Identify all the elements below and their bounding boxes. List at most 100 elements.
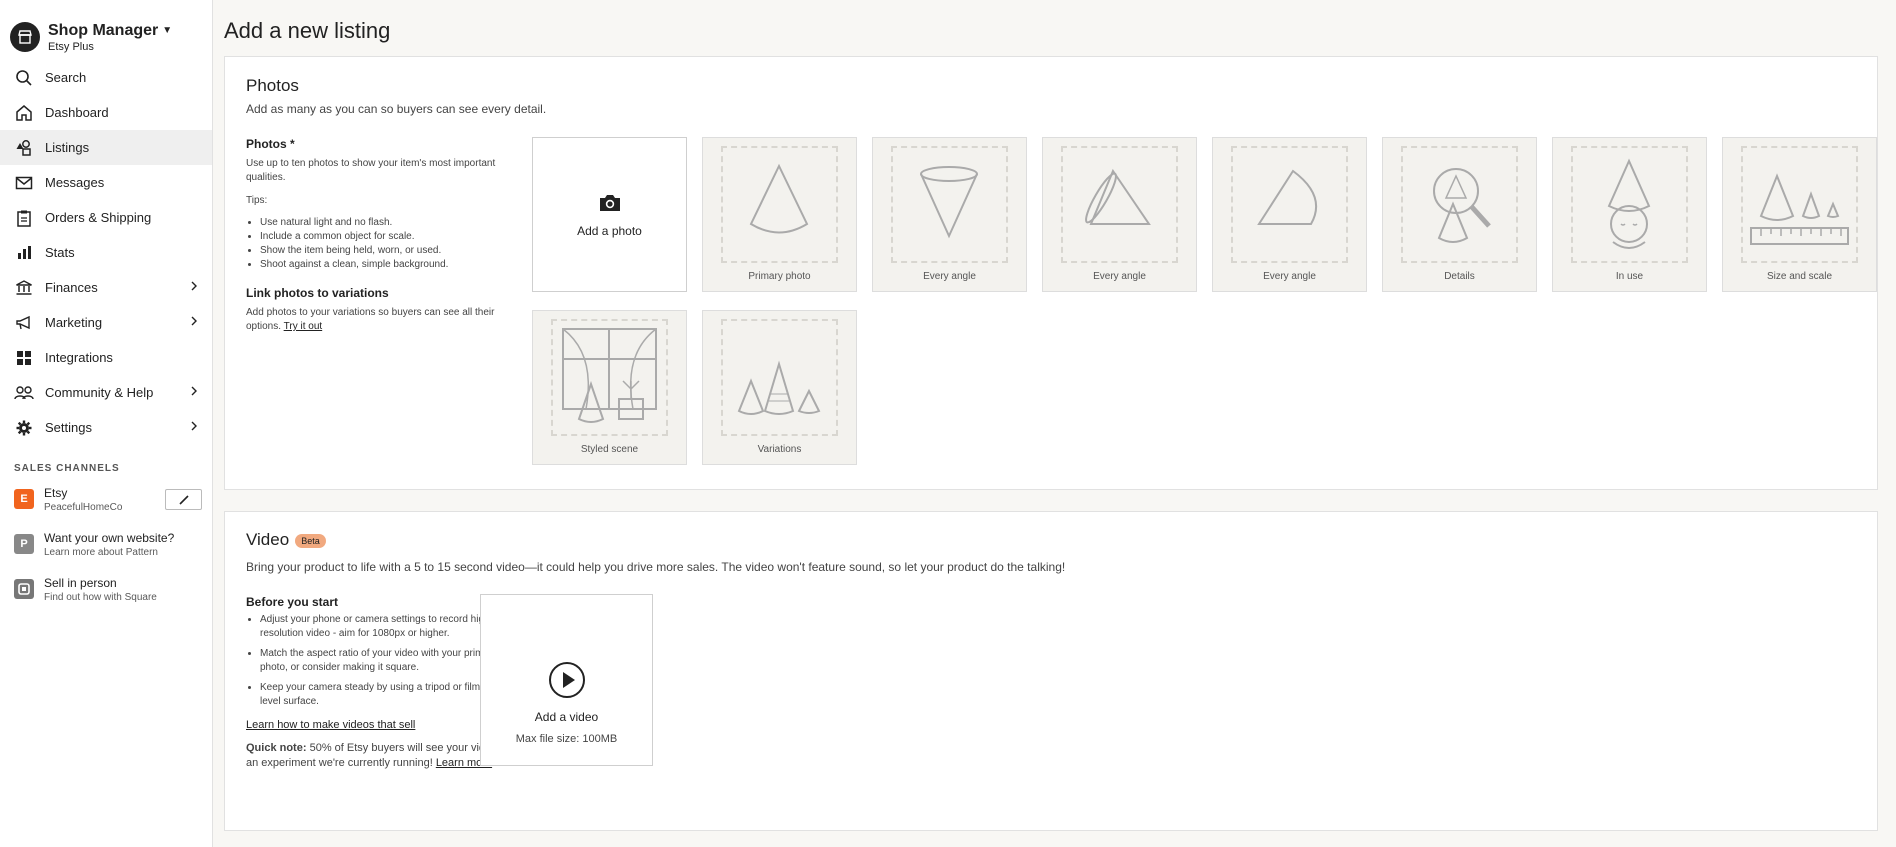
quick-note: Quick note: 50% of Etsy buyers will see … — [246, 742, 515, 769]
camera-icon — [599, 195, 620, 211]
sidebar-item-orders-shipping[interactable]: Orders & Shipping — [0, 200, 212, 235]
square-badge-icon — [14, 579, 34, 599]
beta-badge: Beta — [295, 533, 326, 548]
shop-switcher[interactable]: Shop Manager ▼ Etsy Plus — [0, 0, 212, 60]
photo-slot-every-angle[interactable]: Every angle — [872, 137, 1027, 292]
inverted-cone-icon — [920, 166, 978, 239]
sidebar-item-listings[interactable]: Listings — [0, 130, 212, 165]
sidebar-item-marketing[interactable]: Marketing — [0, 305, 212, 340]
video-tip-item: Adjust your phone or camera settings to … — [260, 613, 516, 641]
photo-slot-variations[interactable]: Variations — [702, 310, 857, 465]
photo-slot-styled-scene[interactable]: Styled scene — [532, 310, 687, 465]
add-video-button[interactable]: Add a video Max file size: 100MB — [480, 594, 653, 766]
photo-slot-label: Every angle — [923, 271, 976, 282]
sidebar-item-messages[interactable]: Messages — [0, 165, 212, 200]
cone-variations-icon — [737, 360, 821, 415]
photo-slot-details[interactable]: Details — [1382, 137, 1537, 292]
main-content: Add a new listing Photos Add as many as … — [213, 0, 1896, 847]
chevron-right-icon — [190, 315, 198, 330]
photos-card: Photos Add as many as you can so buyers … — [224, 56, 1878, 490]
sidebar-item-finances[interactable]: Finances — [0, 270, 212, 305]
channel-pattern[interactable]: P Want your own website? Learn more abou… — [0, 527, 212, 572]
channel-title: Want your own website? — [44, 531, 175, 545]
before-you-start-heading: Before you start — [246, 595, 339, 609]
photo-slot-label: Primary photo — [748, 271, 811, 282]
video-heading: Video Beta — [246, 530, 326, 550]
chevron-right-icon — [190, 420, 198, 435]
video-tip-item: Keep your camera steady by using a tripo… — [260, 681, 516, 709]
channel-title: Sell in person — [44, 576, 117, 590]
photo-slot-every-angle[interactable]: Every angle — [1042, 137, 1197, 292]
home-icon — [14, 103, 34, 123]
photos-heading: Photos — [246, 76, 299, 95]
video-tips-list: Adjust your phone or camera settings to … — [246, 613, 516, 709]
chevron-down-icon: ▼ — [162, 25, 173, 36]
magnifier-icon — [1433, 168, 1491, 243]
sidebar-item-search[interactable]: Search — [0, 60, 212, 95]
sidebar-item-community-help[interactable]: Community & Help — [0, 375, 212, 410]
tip-item: Use natural light and no flash. — [260, 216, 496, 230]
chevron-right-icon — [190, 280, 198, 295]
video-tip-item: Match the aspect ratio of your video wit… — [260, 647, 516, 675]
window-scene-icon — [562, 328, 657, 423]
photo-slot-label: In use — [1615, 271, 1644, 282]
chevron-right-icon — [190, 385, 198, 400]
sidebar-item-settings[interactable]: Settings — [0, 410, 212, 445]
photo-slot-size-scale[interactable]: Size and scale — [1722, 137, 1877, 292]
sidebar-item-dashboard[interactable]: Dashboard — [0, 95, 212, 130]
sidebar-item-label: Dashboard — [45, 105, 109, 120]
photo-slot-label: Size and scale — [1766, 271, 1833, 282]
shop-logo-icon — [10, 22, 40, 52]
shapes-icon — [14, 138, 34, 158]
clipboard-icon — [14, 208, 34, 228]
sidebar-item-label: Stats — [45, 245, 75, 260]
sidebar-item-label: Settings — [45, 420, 92, 435]
sidebar-item-label: Search — [45, 70, 87, 85]
tip-item: Include a common object for scale. — [260, 230, 496, 244]
photo-slot-label: Styled scene — [580, 444, 639, 455]
brand-title: Shop Manager ▼ — [48, 21, 173, 39]
max-file-size: Max file size: 100MB — [515, 733, 618, 745]
edit-channel-button[interactable] — [165, 489, 202, 510]
sidebar-item-label: Messages — [45, 175, 105, 190]
sidebar-item-integrations[interactable]: Integrations — [0, 340, 212, 375]
photo-slot-label: Variations — [757, 444, 802, 455]
channel-subtitle: PeacefulHomeCo — [44, 502, 123, 513]
sidebar-item-label: Orders & Shipping — [45, 210, 152, 225]
photo-slot-every-angle[interactable]: Every angle — [1212, 137, 1367, 292]
brand-subtitle: Etsy Plus — [48, 40, 94, 53]
tilted-cone-icon — [1085, 168, 1151, 225]
ruler-icon — [1750, 173, 1849, 245]
video-card: Video Beta Bring your product to life wit… — [224, 511, 1878, 831]
channel-title: Etsy — [44, 486, 68, 500]
link-variations-heading: Link photos to variations — [246, 286, 389, 300]
sidebar-item-stats[interactable]: Stats — [0, 235, 212, 270]
people-icon — [14, 383, 34, 403]
sidebar-item-label: Marketing — [45, 315, 103, 330]
channel-square[interactable]: Sell in person Find out how with Square — [0, 572, 212, 617]
add-video-label: Add a video — [534, 710, 599, 724]
megaphone-icon — [14, 313, 34, 333]
learn-videos-link[interactable]: Learn how to make videos that sell — [246, 719, 516, 731]
sidebar-item-label: Community & Help — [45, 385, 154, 400]
page-title: Add a new listing — [224, 18, 391, 43]
add-photo-button[interactable]: Add a photo — [532, 137, 687, 292]
tips-label: Tips: — [246, 195, 268, 206]
channel-etsy[interactable]: E Etsy PeacefulHomeCo — [0, 482, 212, 527]
photo-slot-label: Every angle — [1263, 271, 1316, 282]
photos-description: Add as many as you can so buyers can see… — [246, 102, 547, 116]
mail-icon — [14, 173, 34, 193]
pattern-badge-icon: P — [14, 534, 34, 554]
tip-item: Shoot against a clean, simple background… — [260, 258, 496, 272]
sidebar-item-label: Finances — [45, 280, 98, 295]
photo-slot-in-use[interactable]: In use — [1552, 137, 1707, 292]
sidebar: Shop Manager ▼ Etsy Plus Search Dashboard… — [0, 0, 213, 847]
photos-help-text: Use up to ten photos to show your item's… — [246, 158, 496, 183]
pencil-icon — [178, 494, 189, 505]
search-icon — [14, 68, 34, 88]
photo-slot-primary[interactable]: Primary photo — [702, 137, 857, 292]
try-it-out-link[interactable]: Try it out — [284, 321, 323, 332]
sidebar-item-label: Integrations — [45, 350, 113, 365]
photo-slot-label: Details — [1444, 271, 1475, 282]
channel-subtitle: Find out how with Square — [44, 592, 157, 603]
